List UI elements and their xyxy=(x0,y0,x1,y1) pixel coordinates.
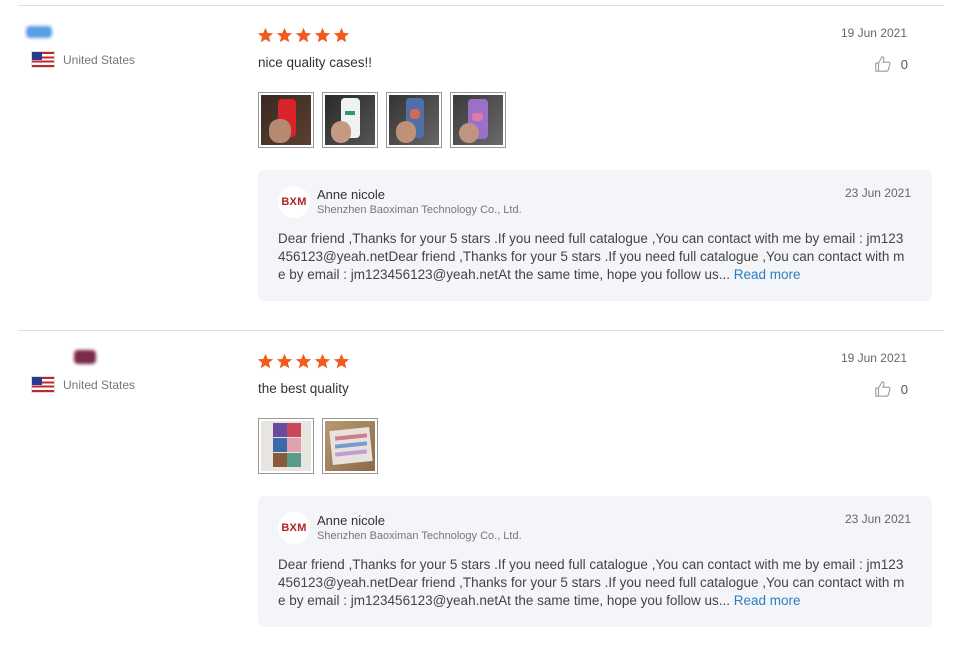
country-label: United States xyxy=(63,52,136,67)
avatar xyxy=(26,26,52,38)
review-date: 19 Jun 2021 xyxy=(840,351,907,365)
star-icon xyxy=(257,353,274,369)
star-icon xyxy=(276,353,293,369)
review-photo-thumbnail[interactable] xyxy=(322,418,378,474)
review-item: United States 19 Jun 2021 0 the best qua… xyxy=(0,325,953,645)
seller-name: Anne nicole xyxy=(317,187,385,202)
like-button[interactable]: 0 xyxy=(874,380,908,398)
star-icon xyxy=(314,27,331,43)
review-comment: the best quality xyxy=(258,381,349,396)
seller-reply: BXM Anne nicole Shenzhen Baoximan Techno… xyxy=(258,496,932,627)
store-name: Shenzhen Baoximan Technology Co., Ltd. xyxy=(317,204,522,216)
review-comment: nice quality cases!! xyxy=(258,55,373,70)
like-count: 0 xyxy=(900,381,908,397)
star-icon xyxy=(333,353,350,369)
star-icon xyxy=(295,27,312,43)
reviewer-country: United States xyxy=(31,51,135,68)
thumbs-up-icon xyxy=(875,56,891,72)
seller-logo: BXM xyxy=(278,512,310,544)
seller-reply: BXM Anne nicole Shenzhen Baoximan Techno… xyxy=(258,170,932,301)
us-flag-icon xyxy=(31,51,55,68)
country-label: United States xyxy=(63,377,136,392)
reply-body: Dear friend ,Thanks for your 5 stars .If… xyxy=(278,231,905,283)
store-name: Shenzhen Baoximan Technology Co., Ltd. xyxy=(317,530,522,542)
review-photo-thumbnail[interactable] xyxy=(322,92,378,148)
avatar xyxy=(74,350,96,364)
review-photos xyxy=(258,418,378,474)
reply-text: Dear friend ,Thanks for your 5 stars .If… xyxy=(278,556,910,611)
review-item: United States 19 Jun 2021 0 nice quality… xyxy=(0,0,953,320)
star-icon xyxy=(257,27,274,43)
read-more-link[interactable]: Read more xyxy=(734,593,801,608)
seller-logo: BXM xyxy=(278,186,310,218)
review-photo-thumbnail[interactable] xyxy=(258,92,314,148)
reviewer-country: United States xyxy=(31,376,135,393)
star-rating xyxy=(257,27,350,44)
reply-date: 23 Jun 2021 xyxy=(844,186,911,200)
reply-body: Dear friend ,Thanks for your 5 stars .If… xyxy=(278,557,905,609)
reply-date: 23 Jun 2021 xyxy=(844,512,911,526)
review-photos xyxy=(258,92,506,148)
star-rating xyxy=(257,353,350,370)
us-flag-icon xyxy=(31,376,55,393)
like-button[interactable]: 0 xyxy=(874,55,908,73)
reply-text: Dear friend ,Thanks for your 5 stars .If… xyxy=(278,230,910,285)
star-icon xyxy=(333,27,350,43)
review-photo-thumbnail[interactable] xyxy=(258,418,314,474)
thumbs-up-icon xyxy=(875,381,891,397)
read-more-link[interactable]: Read more xyxy=(734,267,801,282)
review-date: 19 Jun 2021 xyxy=(840,26,907,40)
like-count: 0 xyxy=(900,56,908,72)
review-photo-thumbnail[interactable] xyxy=(386,92,442,148)
review-photo-thumbnail[interactable] xyxy=(450,92,506,148)
star-icon xyxy=(276,27,293,43)
seller-name: Anne nicole xyxy=(317,513,385,528)
star-icon xyxy=(314,353,331,369)
star-icon xyxy=(295,353,312,369)
